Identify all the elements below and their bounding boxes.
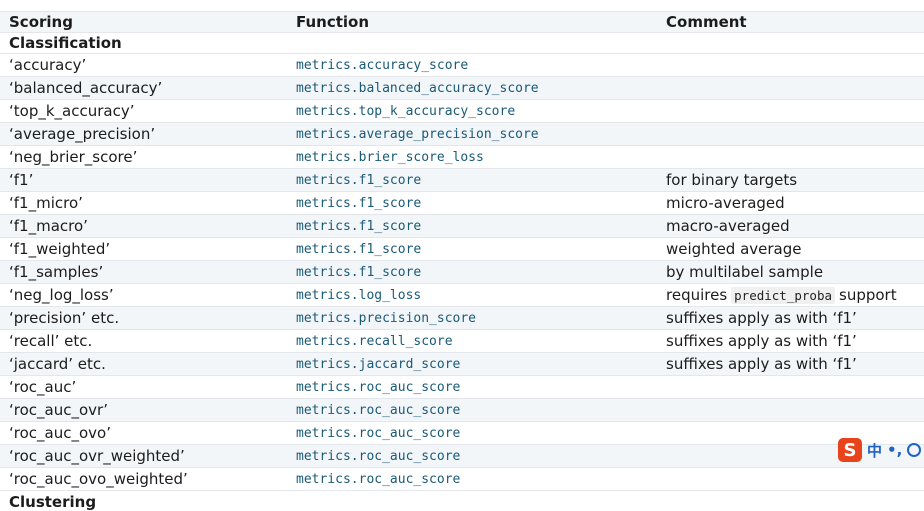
scoring-name: ‘accuracy’ <box>9 56 87 74</box>
function-link[interactable]: metrics.brier_score_loss <box>296 146 484 168</box>
section-clustering: Clustering <box>0 491 924 511</box>
comment: by multilabel sample <box>666 263 824 281</box>
table-row: ‘roc_auc_ovo_weighted’ metrics.roc_auc_sc… <box>0 468 924 491</box>
scoring-name: ‘balanced_accuracy’ <box>9 79 163 97</box>
function-link[interactable]: metrics.f1_score <box>296 261 421 283</box>
table-row: ‘f1’ metrics.f1_score for binary targets <box>0 169 924 192</box>
function-link[interactable]: metrics.top_k_accuracy_score <box>296 100 515 122</box>
scoring-name: ‘f1’ <box>9 171 34 189</box>
scoring-name: ‘roc_auc_ovr’ <box>9 401 108 419</box>
comment: suffixes apply as with ‘f1’ <box>666 309 857 327</box>
function-link[interactable]: metrics.average_precision_score <box>296 123 539 145</box>
table-row: ‘f1_weighted’ metrics.f1_score weighted av… <box>0 238 924 261</box>
table-row: ‘roc_auc_ovo’ metrics.roc_auc_score <box>0 422 924 445</box>
function-link[interactable]: metrics.precision_score <box>296 307 476 329</box>
function-link[interactable]: metrics.balanced_accuracy_score <box>296 77 539 99</box>
function-link[interactable]: metrics.recall_score <box>296 330 453 352</box>
table-row: ‘average_precision’ metrics.average_preci… <box>0 123 924 146</box>
scoring-name: ‘average_precision’ <box>9 125 156 143</box>
table-row: ‘precision’ etc. metrics.precision_score s… <box>0 307 924 330</box>
function-link[interactable]: metrics.f1_score <box>296 169 421 191</box>
scoring-name: ‘roc_auc_ovr_weighted’ <box>9 447 185 465</box>
table-row: ‘recall’ etc. metrics.recall_score suffixe… <box>0 330 924 353</box>
table-row: ‘neg_log_loss’ metrics.log_loss requires pr… <box>0 284 924 307</box>
smiley-icon[interactable] <box>907 443 922 457</box>
comment-suffix: support <box>839 286 897 304</box>
scoring-name: ‘f1_macro’ <box>9 217 88 235</box>
sogou-ime-icon[interactable]: S <box>838 438 862 462</box>
scoring-name: ‘roc_auc_ovo’ <box>9 424 111 442</box>
function-link[interactable]: metrics.roc_auc_score <box>296 376 460 398</box>
function-link[interactable]: metrics.f1_score <box>296 215 421 237</box>
table-row: ‘roc_auc’ metrics.roc_auc_score <box>0 376 924 399</box>
table-row: ‘jaccard’ etc. metrics.jaccard_score suffi… <box>0 353 924 376</box>
scoring-name: ‘recall’ etc. <box>9 332 93 350</box>
comment-code: predict_proba <box>731 286 835 304</box>
comment: weighted average <box>666 240 802 258</box>
scoring-name: ‘neg_log_loss’ <box>9 286 114 304</box>
scoring-name: ‘jaccard’ etc. <box>9 355 106 373</box>
table-header: Scoring Function Comment <box>0 11 924 33</box>
comment: suffixes apply as with ‘f1’ <box>666 332 857 350</box>
function-link[interactable]: metrics.log_loss <box>296 284 421 306</box>
header-comment: Comment <box>666 13 747 31</box>
scoring-table: Scoring Function Comment Classification … <box>0 11 924 511</box>
function-link[interactable]: metrics.roc_auc_score <box>296 422 460 444</box>
scoring-name: ‘top_k_accuracy’ <box>9 102 135 120</box>
scoring-name: ‘roc_auc’ <box>9 378 77 396</box>
scoring-name: ‘f1_weighted’ <box>9 240 111 258</box>
table-row: ‘f1_samples’ metrics.f1_score by multilabe… <box>0 261 924 284</box>
table-row: ‘roc_auc_ovr_weighted’ metrics.roc_auc_sc… <box>0 445 924 468</box>
scoring-name: ‘f1_samples’ <box>9 263 104 281</box>
ime-language-toggle[interactable]: 中 <box>867 440 882 461</box>
table-row: ‘f1_micro’ metrics.f1_score micro-averaged <box>0 192 924 215</box>
function-link[interactable]: metrics.roc_auc_score <box>296 445 460 467</box>
comment: macro-averaged <box>666 217 790 235</box>
comment: requires predict_proba support <box>666 284 897 306</box>
section-title: Clustering <box>9 492 97 511</box>
scoring-name: ‘neg_brier_score’ <box>9 148 138 166</box>
table-row: ‘roc_auc_ovr’ metrics.roc_auc_score <box>0 399 924 422</box>
header-function: Function <box>296 13 370 31</box>
function-link[interactable]: metrics.roc_auc_score <box>296 468 460 490</box>
function-link[interactable]: metrics.f1_score <box>296 192 421 214</box>
ime-toolbar[interactable]: S 中 •, <box>838 437 922 463</box>
comment: suffixes apply as with ‘f1’ <box>666 355 857 373</box>
function-link[interactable]: metrics.f1_score <box>296 238 421 260</box>
ime-punctuation-toggle[interactable]: •, <box>887 441 902 459</box>
function-link[interactable]: metrics.jaccard_score <box>296 353 460 375</box>
scoring-name: ‘roc_auc_ovo_weighted’ <box>9 470 188 488</box>
function-link[interactable]: metrics.roc_auc_score <box>296 399 460 421</box>
section-title: Classification <box>9 34 122 52</box>
table-row: ‘f1_macro’ metrics.f1_score macro-averaged <box>0 215 924 238</box>
scoring-name: ‘precision’ etc. <box>9 309 120 327</box>
header-scoring: Scoring <box>9 13 73 31</box>
scoring-name: ‘f1_micro’ <box>9 194 83 212</box>
table-row: ‘balanced_accuracy’ metrics.balanced_accu… <box>0 77 924 100</box>
comment: for binary targets <box>666 171 798 189</box>
comment-prefix: requires <box>666 286 728 304</box>
table-row: ‘neg_brier_score’ metrics.brier_score_los… <box>0 146 924 169</box>
table-row: ‘accuracy’ metrics.accuracy_score <box>0 54 924 77</box>
section-classification: Classification <box>0 33 924 54</box>
function-link[interactable]: metrics.accuracy_score <box>296 54 468 76</box>
comment: micro-averaged <box>666 194 785 212</box>
table-row: ‘top_k_accuracy’ metrics.top_k_accuracy_s… <box>0 100 924 123</box>
